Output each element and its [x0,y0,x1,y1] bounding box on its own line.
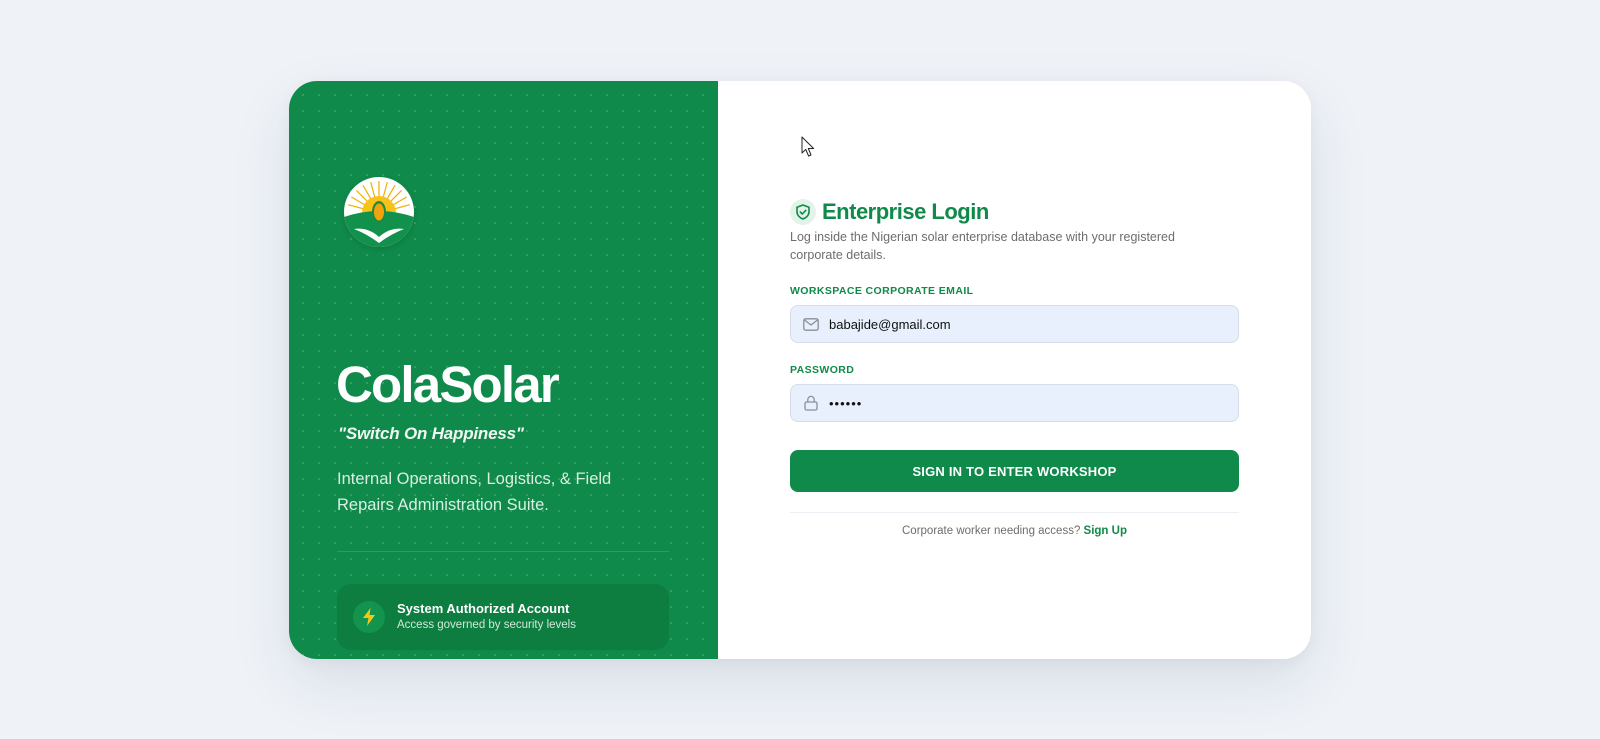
login-divider [790,512,1239,513]
auth-title: System Authorized Account [397,600,570,616]
lightning-bolt-icon [353,601,385,633]
email-label: WORKSPACE CORPORATE EMAIL [790,285,974,297]
signup-prompt: Corporate worker needing access? [902,525,1084,537]
auth-subtitle: Access governed by security levels [397,618,576,631]
brand-tagline: "Switch On Happiness" [338,424,524,443]
brand-panel: ColaSolar "Switch On Happiness" Internal… [289,81,718,659]
email-input[interactable] [829,316,1219,332]
authorized-account-badge: System Authorized Account Access governe… [337,584,669,650]
authorized-account-text: System Authorized Account Access governe… [397,601,576,634]
shield-check-icon [790,199,816,225]
password-input[interactable]: •••••• [829,396,862,411]
login-panel: Enterprise Login Log inside the Nigerian… [718,81,1311,659]
colasolar-logo [344,177,414,247]
login-title: Enterprise Login [822,199,989,224]
lock-icon [802,394,820,412]
mail-icon [802,315,820,333]
login-subtitle: Log inside the Nigerian solar enterprise… [790,230,1175,262]
brand-divider [337,551,669,552]
sign-in-button[interactable]: SIGN IN TO ENTER WORKSHOP [790,450,1239,492]
login-header: Enterprise Login [790,199,989,225]
sign-up-link[interactable]: Sign Up [1084,525,1127,537]
mouse-cursor-icon [801,136,815,163]
login-card: ColaSolar "Switch On Happiness" Internal… [289,81,1311,659]
email-field[interactable] [790,305,1239,343]
brand-description: Internal Operations, Logistics, & Field … [337,470,612,514]
brand-name: ColaSolar [336,356,560,413]
password-label: PASSWORD [790,364,855,376]
signup-row: Corporate worker needing access? Sign Up [790,525,1239,537]
password-field[interactable]: •••••• [790,384,1239,422]
